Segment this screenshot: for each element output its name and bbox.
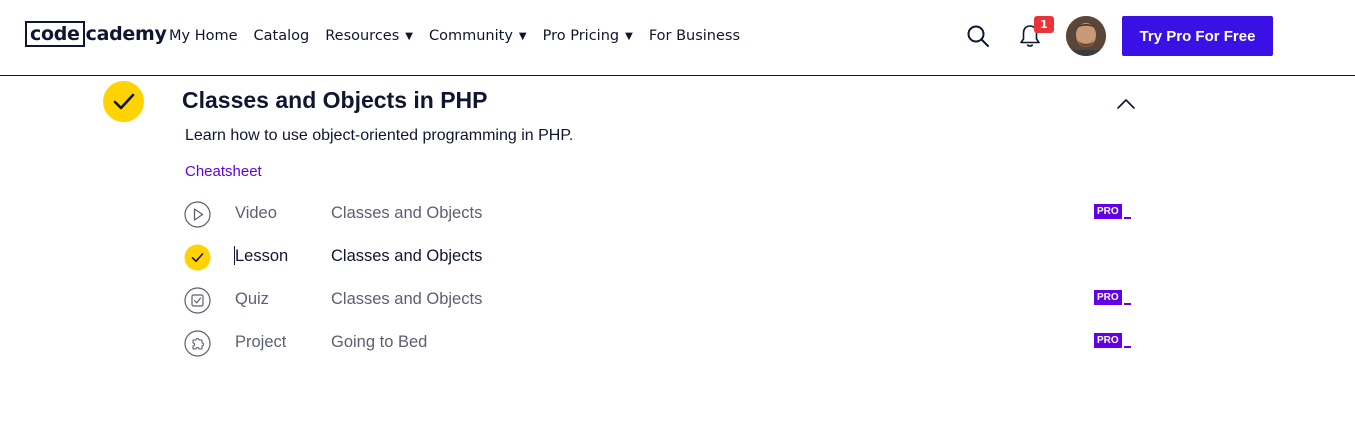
puzzle-icon xyxy=(184,330,211,357)
nav-label: Catalog xyxy=(253,28,310,44)
item-name: Going to Bed xyxy=(331,333,428,351)
pro-badge-label: PRO xyxy=(1094,290,1122,305)
pro-badge-underscore xyxy=(1123,217,1131,219)
search-icon[interactable] xyxy=(966,24,990,52)
pro-badge-underscore xyxy=(1123,303,1131,305)
pro-badge: PRO xyxy=(1094,290,1131,305)
nav-label: Pro Pricing xyxy=(542,28,620,44)
module-item-video[interactable]: Video Classes and Objects PRO xyxy=(184,199,1134,229)
top-navigation: code cademy My Home Catalog Resources ▼ Co… xyxy=(0,0,1355,76)
nav-label: For Business xyxy=(648,28,741,44)
module-description: Learn how to use object-oriented program… xyxy=(185,127,574,144)
item-kind: Lesson xyxy=(235,247,289,265)
caret-down-icon: ▼ xyxy=(518,30,527,42)
caret-down-icon: ▼ xyxy=(405,30,413,42)
main-nav: My Home Catalog Resources ▼ Community ▼ Pr… xyxy=(169,24,756,48)
module-complete-check-icon xyxy=(103,81,144,122)
item-kind: Project xyxy=(235,333,287,351)
pro-badge-label: PRO xyxy=(1094,333,1122,348)
item-name: Classes and Objects xyxy=(331,204,483,222)
logo-boxed-text: code xyxy=(25,21,85,47)
avatar[interactable] xyxy=(1066,16,1106,56)
module-title: Classes and Objects in PHP xyxy=(182,87,488,113)
quiz-icon xyxy=(184,287,211,314)
nav-my-home[interactable]: My Home xyxy=(169,28,238,44)
item-name: Classes and Objects xyxy=(331,247,483,265)
module-item-project[interactable]: Project Going to Bed PRO xyxy=(184,328,1134,358)
item-kind: Quiz xyxy=(235,290,269,308)
nav-for-business[interactable]: For Business xyxy=(649,28,740,44)
codecademy-logo[interactable]: code cademy xyxy=(25,21,167,48)
pro-badge-underscore xyxy=(1123,346,1131,348)
module-item-lesson[interactable]: Lesson Classes and Objects xyxy=(184,242,1134,272)
check-icon xyxy=(184,244,211,271)
pro-badge: PRO xyxy=(1094,333,1131,348)
notification-badge: 1 xyxy=(1034,16,1054,33)
item-name: Classes and Objects xyxy=(331,290,483,308)
chevron-up-icon[interactable] xyxy=(1116,95,1136,114)
logo-text: cademy xyxy=(85,23,167,45)
nav-catalog[interactable]: Catalog xyxy=(254,28,310,44)
pro-badge-label: PRO xyxy=(1094,204,1122,219)
play-icon xyxy=(184,201,211,228)
nav-label: My Home xyxy=(169,28,238,44)
nav-label: Community xyxy=(428,28,513,44)
nav-community[interactable]: Community ▼ xyxy=(429,28,527,44)
try-pro-button[interactable]: Try Pro For Free xyxy=(1122,16,1273,56)
pro-badge: PRO xyxy=(1094,204,1131,219)
caret-down-icon: ▼ xyxy=(625,30,633,42)
module-item-quiz[interactable]: Quiz Classes and Objects PRO xyxy=(184,285,1134,315)
nav-resources[interactable]: Resources ▼ xyxy=(325,28,413,44)
cheatsheet-link[interactable]: Cheatsheet xyxy=(185,163,262,180)
nav-label: Resources xyxy=(325,28,400,44)
item-kind: Video xyxy=(235,204,277,222)
nav-pro-pricing[interactable]: Pro Pricing ▼ xyxy=(543,28,633,44)
